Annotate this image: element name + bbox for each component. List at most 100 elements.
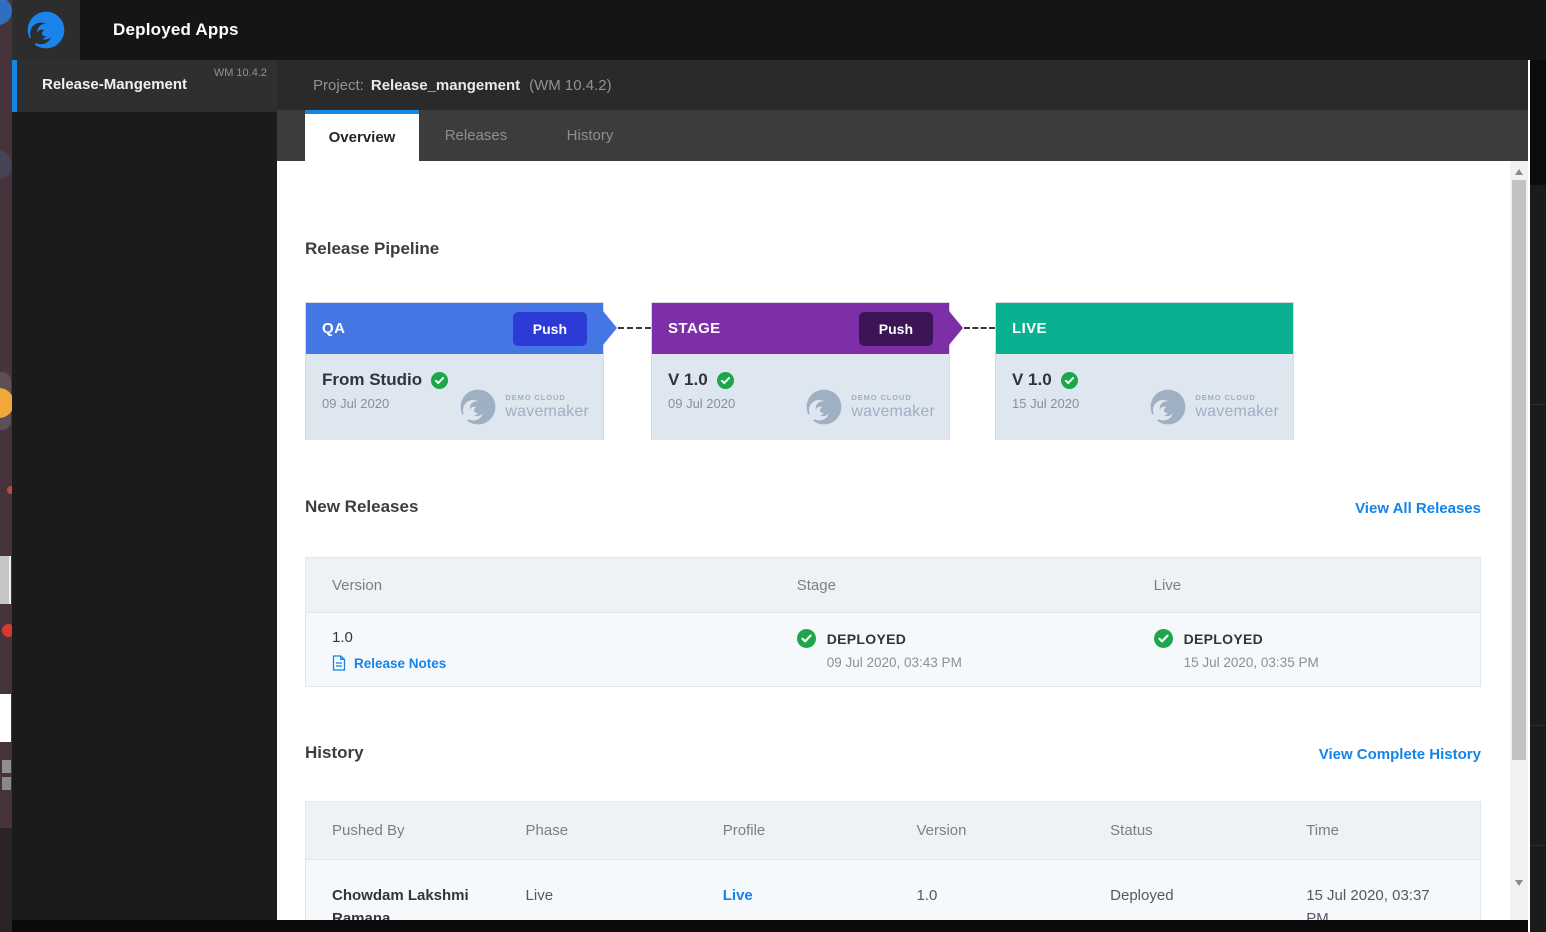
release-version: 1.0 [332,629,797,646]
column-header-profile: Profile [723,802,917,859]
column-header-version: Version [306,558,797,612]
dock-icon-fragment[interactable] [0,0,12,25]
view-all-releases-link[interactable]: View All Releases [1355,500,1481,517]
window-edge-line [1528,60,1530,932]
stage-date: 09 Jul 2020 [322,396,448,411]
logo-name: wavemaker [851,403,935,421]
new-releases-table: Version Stage Live 1.0 Release Notes DEP… [305,557,1481,687]
release-notes-link[interactable]: Release Notes [332,655,797,671]
wavemaker-wave-icon [459,388,497,426]
demo-cloud-logo: DEMO CLOUD wavemaker [459,374,589,440]
overview-content: Release Pipeline QA Push From Studio 09 … [277,161,1510,920]
pipeline-card-stage: STAGE Push V 1.0 09 Jul 2020 [651,302,950,440]
new-releases-title: New Releases [305,497,418,517]
column-header-phase: Phase [526,802,723,859]
scrollbar-thumb[interactable] [1512,180,1526,760]
wavemaker-logo-button[interactable] [12,0,80,60]
topbar: Deployed Apps [12,0,1546,60]
history-profile-link[interactable]: Live [723,887,753,904]
history-title: History [305,743,364,763]
table-row: 1.0 Release Notes DEPLOYED 09 Jul 2020, … [306,613,1480,686]
live-deploy-time: 15 Jul 2020, 03:35 PM [1184,655,1480,670]
stage-version: V 1.0 [668,370,708,390]
stage-name: STAGE [668,320,721,337]
wavemaker-logo-icon [26,10,66,50]
history-table: Pushed By Phase Profile Version Status T… [305,801,1481,920]
background-strip [1530,60,1546,932]
history-version: 1.0 [916,860,1110,920]
logo-caption: DEMO CLOUD [851,393,935,402]
dock-badge-fragment [7,486,12,494]
dock-icon-fragment[interactable] [2,760,11,773]
stage-status: DEPLOYED [827,631,906,647]
view-complete-history-link[interactable]: View Complete History [1319,746,1481,763]
stage-name: QA [322,320,345,337]
stage-version: V 1.0 [1012,370,1052,390]
wavemaker-wave-icon [1149,388,1187,426]
logo-name: wavemaker [1195,403,1279,421]
check-circle-icon [1154,629,1173,648]
pipeline-card-stage-body: V 1.0 09 Jul 2020 DEMO CLOUD wavemaker [652,354,949,440]
pipeline-connector [618,327,651,329]
push-button-stage[interactable]: Push [859,312,933,346]
dock-shadow [0,828,12,932]
column-header-stage: Stage [797,558,1154,612]
stage-arrow [949,311,963,345]
column-header-pushed-by: Pushed By [306,802,526,859]
scroll-up-arrow[interactable] [1515,169,1523,175]
vertical-scrollbar[interactable] [1510,161,1528,920]
history-pushed-by: Chowdam Lakshmi Ramana [332,884,490,920]
push-button-qa[interactable]: Push [513,312,587,346]
sidebar-app-version-badge: WM 10.4.2 [214,67,267,79]
dock-icon-fragment[interactable] [2,777,11,790]
document-icon [332,655,346,671]
live-status: DEPLOYED [1184,631,1263,647]
check-circle-icon [431,372,448,389]
column-header-time: Time [1306,802,1480,859]
dock-icon-fragment[interactable] [2,624,12,637]
column-header-version: Version [916,802,1110,859]
pipeline-card-qa: QA Push From Studio 09 Jul 2020 [305,302,604,440]
pipeline-card-live-header: LIVE [996,303,1293,354]
project-label: Project: [313,77,364,94]
dock-icon-fragment[interactable] [0,556,11,604]
sidebar-item-release-mangement[interactable]: Release-Mangement WM 10.4.2 [12,60,277,112]
check-circle-icon [717,372,734,389]
dock-icon-fragment[interactable] [0,694,11,742]
check-circle-icon [797,629,816,648]
logo-name: wavemaker [505,403,589,421]
pipeline-card-live: LIVE V 1.0 15 Jul 2020 DEMO CLOUD [995,302,1294,440]
wavemaker-wave-icon [805,388,843,426]
check-circle-icon [1061,372,1078,389]
logo-caption: DEMO CLOUD [505,393,589,402]
demo-cloud-logo: DEMO CLOUD wavemaker [1149,374,1279,440]
tab-history[interactable]: History [533,110,647,161]
sidebar-app-name: Release-Mangement [42,76,187,93]
column-header-status: Status [1110,802,1306,859]
stage-date: 09 Jul 2020 [668,396,735,411]
stage-deploy-time: 09 Jul 2020, 03:43 PM [827,655,1154,670]
tab-bar: Overview Releases History [277,110,1528,161]
release-pipeline-title: Release Pipeline [305,239,1481,259]
scroll-down-arrow[interactable] [1515,880,1523,886]
tab-overview[interactable]: Overview [305,110,419,161]
stage-date: 15 Jul 2020 [1012,396,1079,411]
table-row: Chowdam Lakshmi Ramana Live Live 1.0 Dep… [306,860,1480,920]
stage-arrow [603,311,617,345]
app-window: Deployed Apps Release-Mangement WM 10.4.… [0,0,1546,932]
tab-releases[interactable]: Releases [419,110,533,161]
release-pipeline: QA Push From Studio 09 Jul 2020 [305,302,1481,440]
page-title: Deployed Apps [113,0,239,60]
pipeline-card-live-body: V 1.0 15 Jul 2020 DEMO CLOUD wavemaker [996,354,1293,440]
window-bottom-bar [12,920,1528,932]
pipeline-card-stage-header: STAGE Push [652,303,949,354]
sidebar: Release-Mangement WM 10.4.2 [12,60,277,932]
dock-strip [0,0,12,932]
demo-cloud-logo: DEMO CLOUD wavemaker [805,374,935,440]
project-name: Release_mangement [371,77,520,94]
project-header: Project: Release_mangement (WM 10.4.2) [277,60,1528,110]
pipeline-card-qa-header: QA Push [306,303,603,354]
table-header: Version Stage Live [306,558,1480,613]
table-header: Pushed By Phase Profile Version Status T… [306,802,1480,860]
dock-icon-fragment[interactable] [0,150,12,180]
